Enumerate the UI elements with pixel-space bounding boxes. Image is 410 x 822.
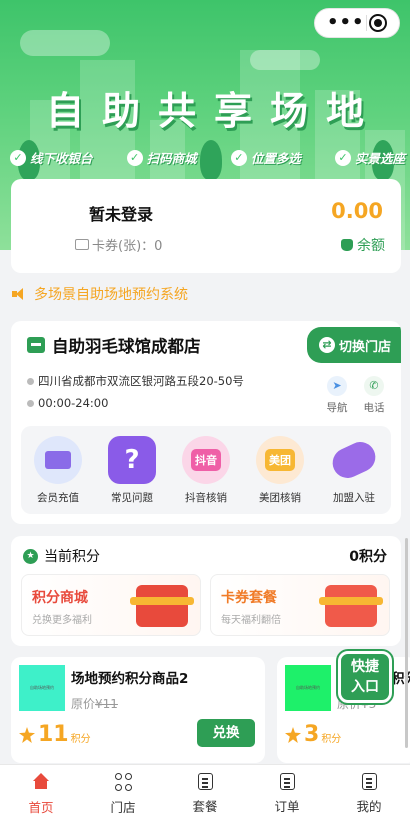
check-icon: ✓ bbox=[334, 149, 351, 166]
store-grid-icon bbox=[114, 773, 132, 791]
banner-title: 自助共享场地 bbox=[45, 89, 382, 133]
switch-icon: ⇄ bbox=[319, 337, 335, 353]
points-mall-card[interactable]: 积分商城 兑换更多福利 bbox=[21, 574, 201, 636]
coupon-package-subtitle: 每天福利翻倍 bbox=[221, 615, 281, 626]
login-card[interactable]: 暂未登录 卡券(张)：0 0.00 余额 bbox=[11, 179, 401, 273]
coupon-package-card[interactable]: 卡券套餐 每天福利翻倍 bbox=[210, 574, 390, 636]
check-icon: ✓ bbox=[126, 149, 143, 166]
feature-item: ✓ 位置多选 bbox=[230, 148, 301, 167]
points-mall-subtitle: 兑换更多福利 bbox=[32, 615, 92, 626]
check-icon: ✓ bbox=[10, 149, 26, 166]
product-name: 场地预约积分商品2 bbox=[71, 671, 189, 687]
order-icon bbox=[279, 773, 295, 790]
product-points: 11 积分 bbox=[19, 723, 91, 747]
store-hours: 00:00-24:00 bbox=[27, 396, 108, 410]
notice-bar: 多场景自助场地预约系统 bbox=[12, 284, 188, 304]
quick-entry-button[interactable]: 快捷 入口 bbox=[336, 649, 394, 705]
feature-list: ✓ 线下收银台 ✓ 扫码商城 ✓ 位置多选 ✓ 实景选座 bbox=[10, 148, 405, 167]
handshake-icon bbox=[327, 436, 381, 484]
store-name: 自助羽毛球馆成都店 bbox=[27, 333, 201, 357]
phone-icon: ✆ bbox=[364, 376, 384, 396]
profile-icon bbox=[361, 773, 377, 790]
close-icon[interactable] bbox=[368, 14, 387, 32]
coupon-icon bbox=[75, 239, 89, 250]
product-card[interactable]: 自助场地预约 场地预约积分商品2 原价¥11 11 积分 兑换 bbox=[11, 657, 265, 763]
product-thumbnail: 自助场地预约 bbox=[19, 665, 65, 711]
tab-store[interactable]: 门店 bbox=[82, 765, 164, 822]
service-franchise[interactable]: 加盟入驻 bbox=[324, 436, 384, 514]
star-badge-icon: ★ bbox=[23, 548, 38, 564]
login-status[interactable]: 暂未登录 bbox=[89, 201, 153, 225]
clock-dot-icon bbox=[27, 399, 34, 407]
more-icon[interactable]: ••• bbox=[327, 8, 365, 38]
package-icon bbox=[197, 773, 213, 790]
tab-profile[interactable]: 我的 bbox=[328, 765, 410, 822]
speaker-icon bbox=[12, 288, 28, 300]
tab-package[interactable]: 套餐 bbox=[164, 765, 246, 822]
tab-home[interactable]: 首页 bbox=[0, 765, 82, 822]
product-thumbnail: 自助场地预约 bbox=[285, 665, 331, 711]
switch-store-button[interactable]: ⇄ 切换门店 bbox=[307, 327, 401, 363]
question-icon: ? bbox=[108, 436, 156, 484]
service-faq[interactable]: ? 常见问题 bbox=[102, 436, 162, 514]
balance-label[interactable]: 余额 bbox=[341, 235, 385, 255]
product-points: 3 积分 bbox=[285, 723, 341, 747]
service-grid: 会员充值 ? 常见问题 抖音 抖音核销 美团 美团核销 加盟入驻 bbox=[21, 426, 391, 514]
douyin-icon: 抖音 bbox=[182, 436, 230, 484]
points-value: 0积分 bbox=[349, 549, 387, 565]
location-dot-icon bbox=[27, 377, 34, 385]
store-address: 四川省成都市双流区银河路五段20-50号 bbox=[27, 373, 244, 389]
shop-icon bbox=[27, 337, 45, 353]
red-envelope-icon bbox=[319, 585, 383, 627]
feature-item: ✓ 实景选座 bbox=[334, 148, 405, 167]
mini-program-capsule: ••• bbox=[314, 8, 400, 38]
home-icon bbox=[32, 773, 50, 791]
wallet-icon bbox=[341, 239, 353, 251]
points-title: ★ 当前积分 bbox=[23, 546, 100, 566]
points-mall-title: 积分商城 bbox=[32, 590, 88, 606]
service-douyin[interactable]: 抖音 抖音核销 bbox=[176, 436, 236, 514]
balance-value[interactable]: 0.00 bbox=[331, 199, 383, 223]
points-card: ★ 当前积分 0积分 积分商城 兑换更多福利 卡券套餐 每天福利翻倍 bbox=[11, 536, 401, 646]
star-icon bbox=[19, 727, 35, 743]
bottom-tab-bar: 首页 门店 套餐 订单 我的 bbox=[0, 764, 410, 822]
feature-item: ✓ 扫码商城 bbox=[126, 148, 197, 167]
coupon-count[interactable]: 卡券(张)：0 bbox=[75, 235, 162, 254]
phone-button[interactable]: ✆ 电话 bbox=[359, 376, 389, 415]
store-card: 自助羽毛球馆成都店 ⇄ 切换门店 四川省成都市双流区银河路五段20-50号 00:… bbox=[11, 321, 401, 524]
tab-orders[interactable]: 订单 bbox=[246, 765, 328, 822]
meituan-icon: 美团 bbox=[256, 436, 304, 484]
navigate-icon: ➤ bbox=[327, 376, 347, 396]
coupon-package-title: 卡券套餐 bbox=[221, 590, 277, 606]
star-icon bbox=[285, 727, 301, 743]
service-meituan[interactable]: 美团 美团核销 bbox=[250, 436, 310, 514]
service-member-recharge[interactable]: 会员充值 bbox=[28, 436, 88, 514]
product-original-price: 原价¥11 bbox=[71, 697, 118, 711]
store-icon bbox=[34, 436, 82, 484]
check-icon: ✓ bbox=[230, 149, 247, 166]
gift-box-icon bbox=[130, 585, 194, 627]
navigate-button[interactable]: ➤ 导航 bbox=[322, 376, 352, 415]
redeem-button[interactable]: 兑换 bbox=[197, 719, 255, 747]
scrollbar[interactable] bbox=[405, 538, 408, 748]
feature-item: ✓ 线下收银台 bbox=[10, 148, 93, 167]
